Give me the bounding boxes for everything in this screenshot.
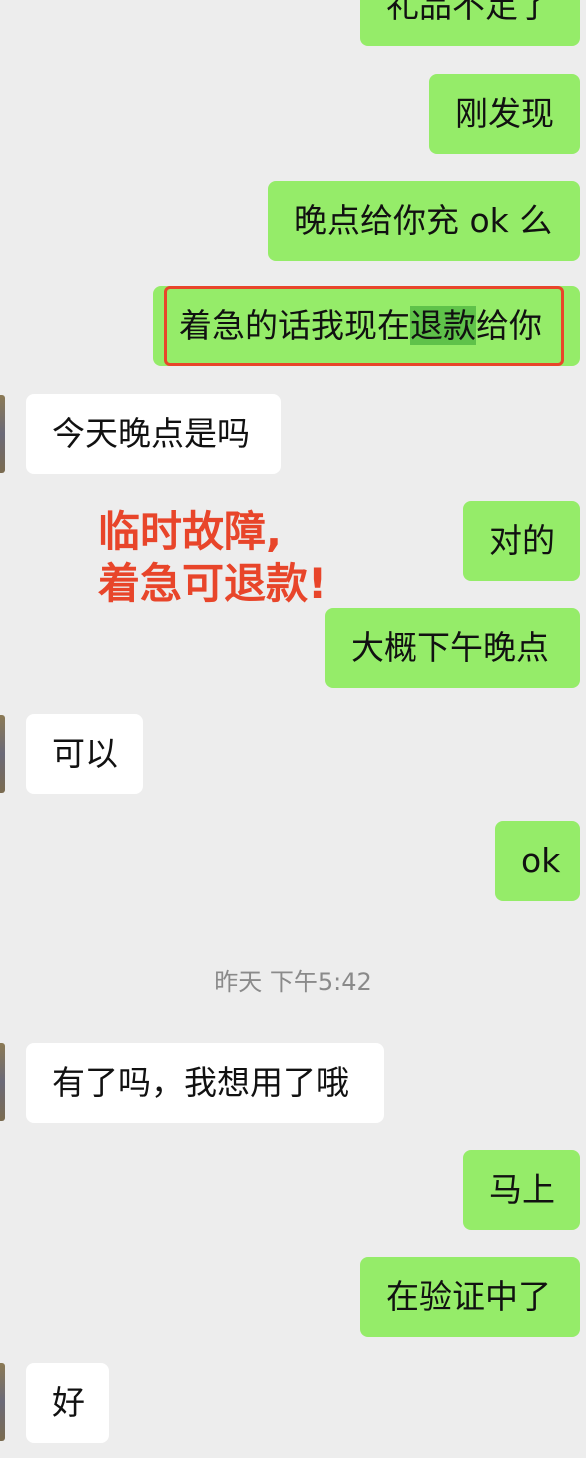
message-incoming[interactable]: 有了吗，我想用了哦	[26, 1043, 384, 1123]
message-outgoing[interactable]: 着急的话我现在退款给你	[153, 286, 580, 366]
message-outgoing[interactable]: 对的	[463, 501, 580, 581]
annotation-line: 临时故障,	[98, 507, 282, 556]
chat-area[interactable]: 礼品不足了 刚发现 晚点给你充 ok 么 着急的话我现在退款给你 今天晚点是吗 …	[0, 0, 586, 1458]
message-outgoing[interactable]: ok	[495, 821, 580, 901]
message-outgoing[interactable]: 大概下午晚点	[325, 608, 580, 688]
contact-avatar[interactable]	[0, 395, 5, 473]
timestamp: 昨天 下午5:42	[214, 968, 372, 996]
message-text: 对的	[489, 521, 555, 560]
annotation-overlay: 临时故障, 着急可退款!	[98, 506, 327, 610]
message-incoming[interactable]: 今天晚点是吗	[26, 394, 281, 474]
message-incoming[interactable]: 好	[26, 1363, 109, 1443]
highlighted-word: 退款	[410, 306, 476, 345]
message-outgoing[interactable]: 晚点给你充 ok 么	[268, 181, 580, 261]
message-text: 着急的话我现在	[179, 306, 410, 345]
message-text: 给你	[476, 306, 542, 345]
annotation-line: 着急可退款!	[98, 559, 328, 608]
message-text: ok	[521, 841, 561, 880]
message-outgoing[interactable]: 在验证中了	[360, 1257, 580, 1337]
message-text: 大概下午晚点	[351, 628, 549, 667]
contact-avatar[interactable]	[0, 1363, 5, 1441]
message-outgoing[interactable]: 马上	[463, 1150, 580, 1230]
message-text: 可以	[52, 734, 118, 773]
message-text: 礼品不足了	[386, 0, 551, 25]
message-text: 好	[52, 1383, 85, 1422]
contact-avatar[interactable]	[0, 715, 5, 793]
message-incoming[interactable]: 可以	[26, 714, 143, 794]
message-text: 刚发现	[455, 94, 554, 133]
message-text: 有了吗，我想用了哦	[52, 1063, 349, 1102]
message-text: 今天晚点是吗	[52, 414, 250, 453]
contact-avatar[interactable]	[0, 1043, 5, 1121]
message-text: 晚点给你充 ok 么	[294, 201, 553, 240]
message-text: 在验证中了	[386, 1277, 551, 1316]
message-outgoing[interactable]: 礼品不足了	[360, 0, 580, 46]
message-text: 马上	[489, 1170, 555, 1209]
message-outgoing[interactable]: 刚发现	[429, 74, 580, 154]
